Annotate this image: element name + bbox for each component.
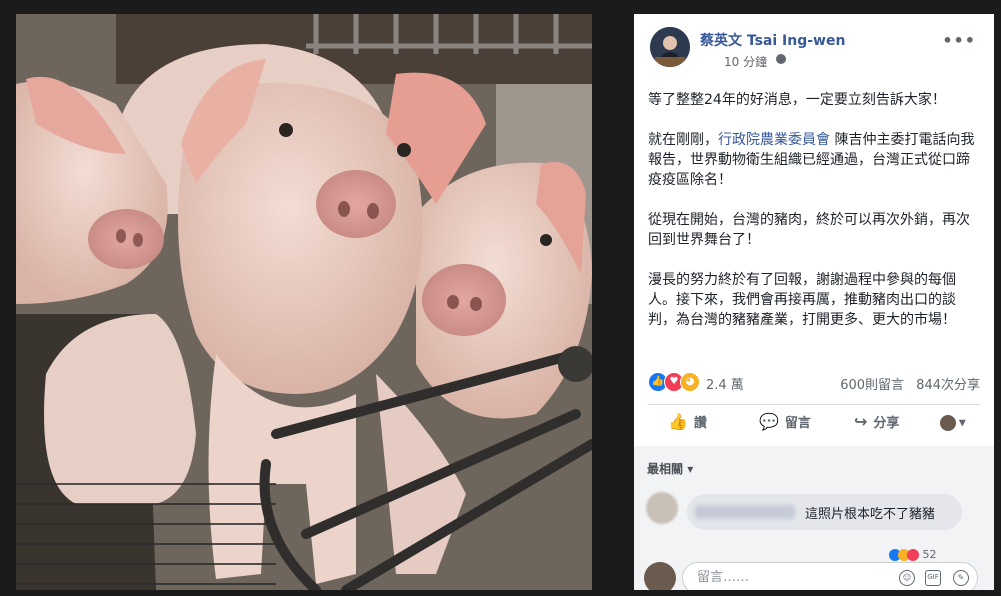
more-icon[interactable]: •••: [942, 31, 976, 50]
like-icon: 👍: [668, 412, 688, 431]
post-paragraph: 漫長的努力終於有了回報，謝謝過程中參與的每個人。接下來，我們會再接再厲，推動豬肉…: [648, 272, 956, 328]
post-paragraph: 等了整整24年的好消息，一定要立刻告訴大家！: [648, 92, 946, 108]
post-paragraph: 從現在開始，台灣的豬肉，終於可以再次外銷，再次回到世界舞台了！: [648, 212, 970, 248]
post-text: 等了整整24年的好消息，一定要立刻告訴大家！ 就在剛剛，行政院農業委員會 陳吉仲…: [648, 90, 982, 350]
post-paragraph: 就在剛剛，行政院農業委員會 陳吉仲主委打電話向我報告，世界動物衛生組織已經通過，…: [648, 130, 982, 190]
commenter-avatar[interactable]: [646, 492, 678, 524]
like-button[interactable]: 👍 讚: [668, 412, 707, 431]
comment-sort-dropdown[interactable]: 最相關 ▾: [647, 460, 693, 477]
like-label: 讚: [693, 416, 707, 431]
comment-bubble: 這照片根本吃不了豬豬: [687, 494, 962, 530]
comment-text: 這照片根本吃不了豬豬: [805, 507, 936, 522]
sticker-icon[interactable]: ✎: [953, 570, 969, 586]
commenter-name-blurred[interactable]: [695, 505, 795, 519]
share-icon: ↪: [854, 412, 868, 431]
share-button[interactable]: ↪ 分享: [854, 412, 899, 431]
comments-section: 最相關 ▾ 這照片根本吃不了豬豬 52 ☺ GIF ✎: [634, 446, 994, 590]
viewer-avatar-icon: [940, 415, 956, 431]
post-panel: 蔡英文 Tsai Ing-wen 10 分鐘 ••• 等了整整24年的好消息，一…: [634, 14, 994, 590]
divider: [648, 404, 980, 405]
comment-composer: ☺ GIF ✎: [644, 562, 984, 590]
shares-count[interactable]: 844次分享: [916, 378, 980, 393]
author-avatar[interactable]: [650, 27, 690, 67]
comments-count[interactable]: 600則留言: [840, 378, 904, 393]
comment-reactions[interactable]: 52: [889, 548, 937, 561]
reaction-count[interactable]: 2.4 萬: [706, 374, 744, 393]
share-as-button[interactable]: ▼: [940, 415, 966, 431]
emoji-icon[interactable]: ☺: [899, 570, 915, 586]
globe-icon: [776, 54, 786, 64]
post-photo[interactable]: [16, 14, 592, 590]
gif-icon[interactable]: GIF: [925, 570, 941, 586]
post-time[interactable]: 10 分鐘: [724, 53, 767, 70]
viewer-avatar: [644, 562, 676, 590]
comment-input[interactable]: [695, 569, 899, 586]
post-stats: 600則留言 844次分享: [832, 374, 980, 393]
post-header: 蔡英文 Tsai Ing-wen 10 分鐘 •••: [650, 27, 982, 71]
post-text-prefix: 就在剛剛，: [648, 132, 718, 148]
pigs-image: [16, 14, 592, 590]
author-name[interactable]: 蔡英文 Tsai Ing-wen: [700, 30, 845, 50]
wow-icon: ◕: [680, 372, 700, 392]
comment-input-box[interactable]: ☺ GIF ✎: [682, 562, 978, 590]
comment-label: 留言: [784, 416, 811, 431]
post-actions: 👍 讚 💬 留言 ↪ 分享 ▼: [648, 412, 980, 438]
comment-icon: 💬: [759, 412, 779, 431]
comment-button[interactable]: 💬 留言: [759, 412, 811, 431]
heart-icon: [907, 549, 919, 561]
comment-sort-label: 最相關: [647, 462, 684, 476]
share-label: 分享: [873, 416, 900, 431]
comment-reaction-count: 52: [922, 548, 937, 561]
coa-page-link[interactable]: 行政院農業委員會: [718, 132, 830, 148]
reaction-summary[interactable]: 👍 ♥ ◕ 2.4 萬 600則留言 844次分享: [648, 372, 980, 393]
